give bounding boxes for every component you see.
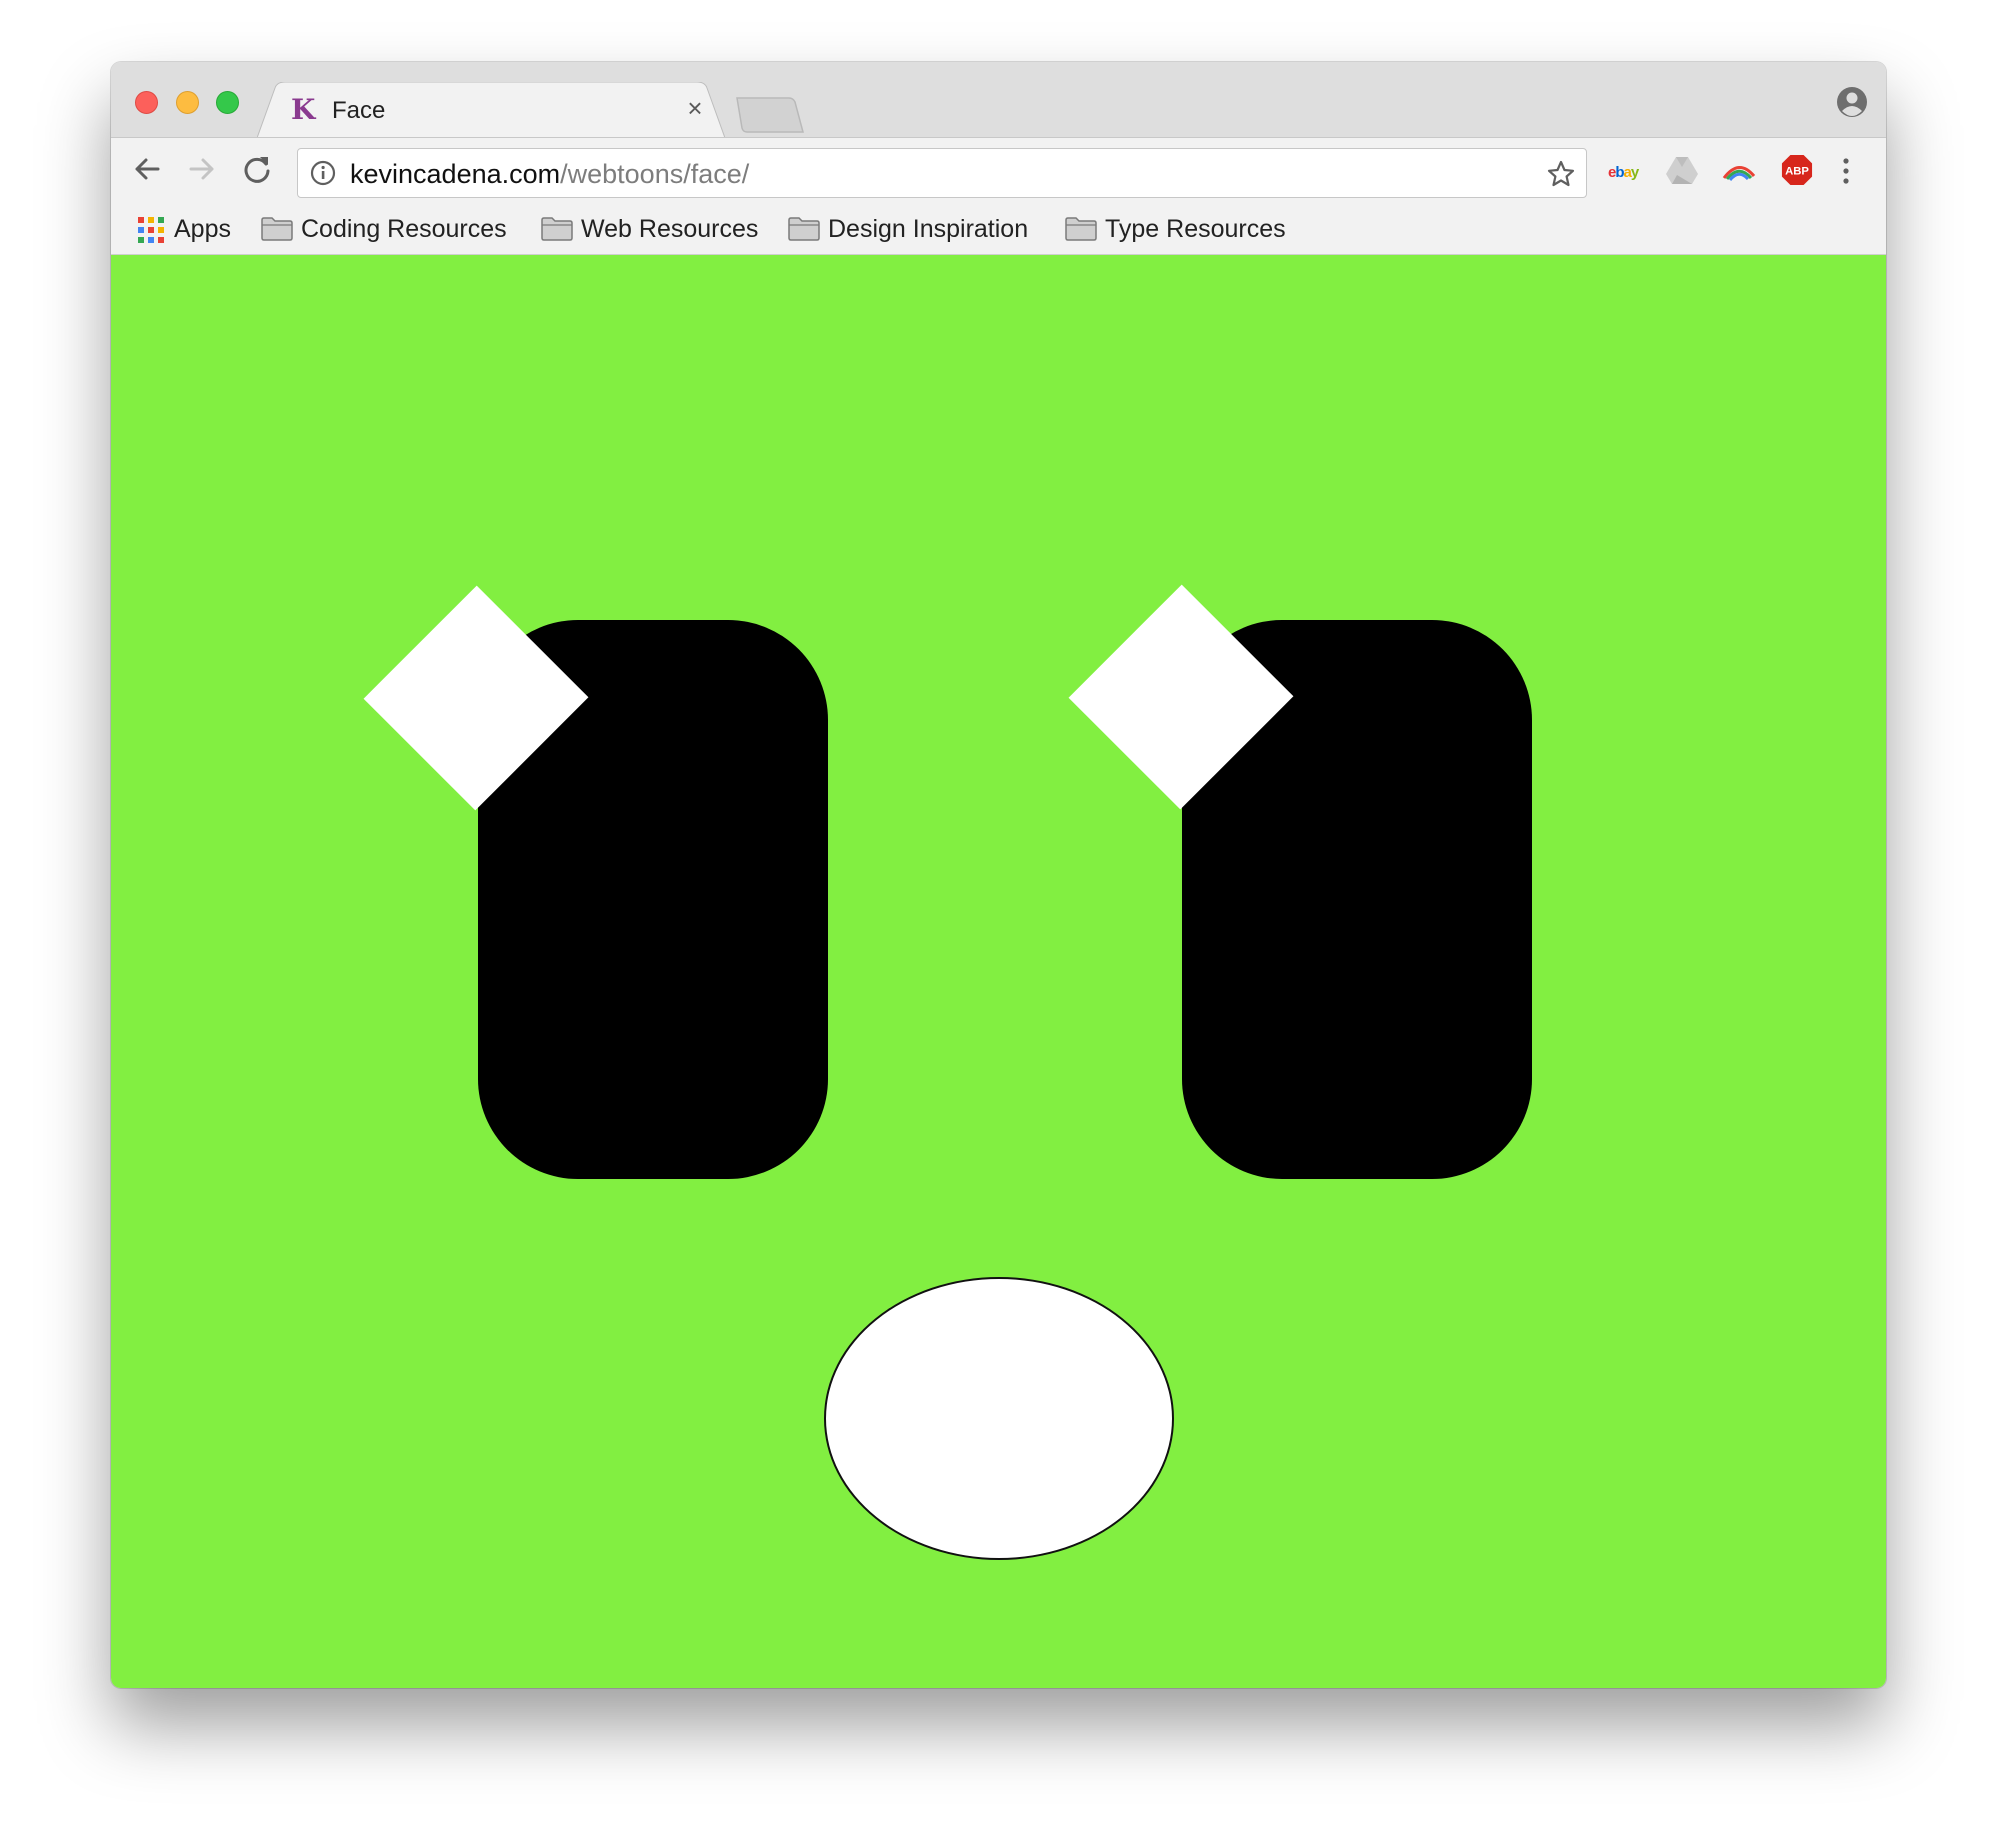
bookmark-folder-coding-resources[interactable]: Coding Resources — [261, 214, 507, 244]
profile-icon[interactable] — [1836, 86, 1868, 118]
ebay-letter-y: y — [1630, 164, 1639, 181]
ebay-extension-icon[interactable]: ebay — [1608, 164, 1639, 196]
bookmark-apps[interactable]: Apps — [138, 214, 231, 244]
apps-grid-icon — [138, 217, 164, 243]
mouth — [824, 1277, 1174, 1560]
bookmark-star-icon[interactable] — [1546, 159, 1576, 189]
new-tab-button[interactable] — [735, 96, 805, 134]
tab-face[interactable]: K Face × — [257, 82, 725, 138]
drive-extension-icon[interactable] — [1665, 154, 1699, 186]
tab-strip: K Face × — [111, 62, 1886, 138]
tab-shape — [257, 82, 725, 138]
folder-icon — [541, 217, 573, 241]
bookmark-folder-web-resources[interactable]: Web Resources — [541, 214, 758, 244]
folder-icon — [788, 217, 820, 241]
bookmark-folder-design-inspiration[interactable]: Design Inspiration — [788, 214, 1028, 244]
bookmark-label: Type Resources — [1105, 215, 1286, 243]
ebay-letter-a: a — [1623, 164, 1632, 181]
ebay-letter-b: b — [1615, 164, 1624, 181]
bookmark-label: Apps — [174, 215, 231, 243]
browser-toolbar: kevincadena.com/webtoons/face/ ebay ABP — [111, 137, 1886, 203]
bookmarks-bar: Apps Coding Resources Web Resources Desi… — [111, 202, 1886, 255]
tab-title: Face — [332, 97, 386, 124]
window-maximize-button[interactable] — [216, 91, 239, 114]
forward-arrow-icon[interactable] — [185, 152, 219, 186]
browser-window: K Face × kevincadena.com/webtoons/face/ … — [111, 62, 1886, 1688]
site-favicon-icon: K — [291, 93, 316, 126]
url-path: /webtoons/face/ — [560, 159, 750, 189]
url-host: kevincadena.com — [350, 159, 561, 189]
bookmark-label: Web Resources — [581, 215, 759, 243]
url-text: kevincadena.com/webtoons/face/ — [350, 159, 749, 189]
more-menu-icon[interactable] — [1838, 156, 1854, 186]
adblock-plus-icon[interactable]: ABP — [1780, 154, 1814, 186]
window-close-button[interactable] — [135, 91, 158, 114]
bookmark-folder-type-resources[interactable]: Type Resources — [1065, 214, 1286, 244]
site-info-icon[interactable] — [310, 160, 336, 186]
reload-icon[interactable] — [240, 152, 274, 186]
folder-icon — [1065, 217, 1097, 241]
rainbow-extension-icon[interactable] — [1721, 154, 1757, 186]
back-arrow-icon[interactable] — [130, 152, 164, 186]
address-bar[interactable]: kevincadena.com/webtoons/face/ — [297, 148, 1587, 198]
adblock-label: ABP — [1785, 166, 1809, 178]
bookmark-label: Coding Resources — [301, 215, 507, 243]
folder-icon — [261, 217, 293, 241]
bookmark-label: Design Inspiration — [828, 215, 1029, 243]
page-content-face — [111, 255, 1886, 1688]
tab-close-icon[interactable]: × — [682, 95, 708, 121]
window-minimize-button[interactable] — [176, 91, 199, 114]
